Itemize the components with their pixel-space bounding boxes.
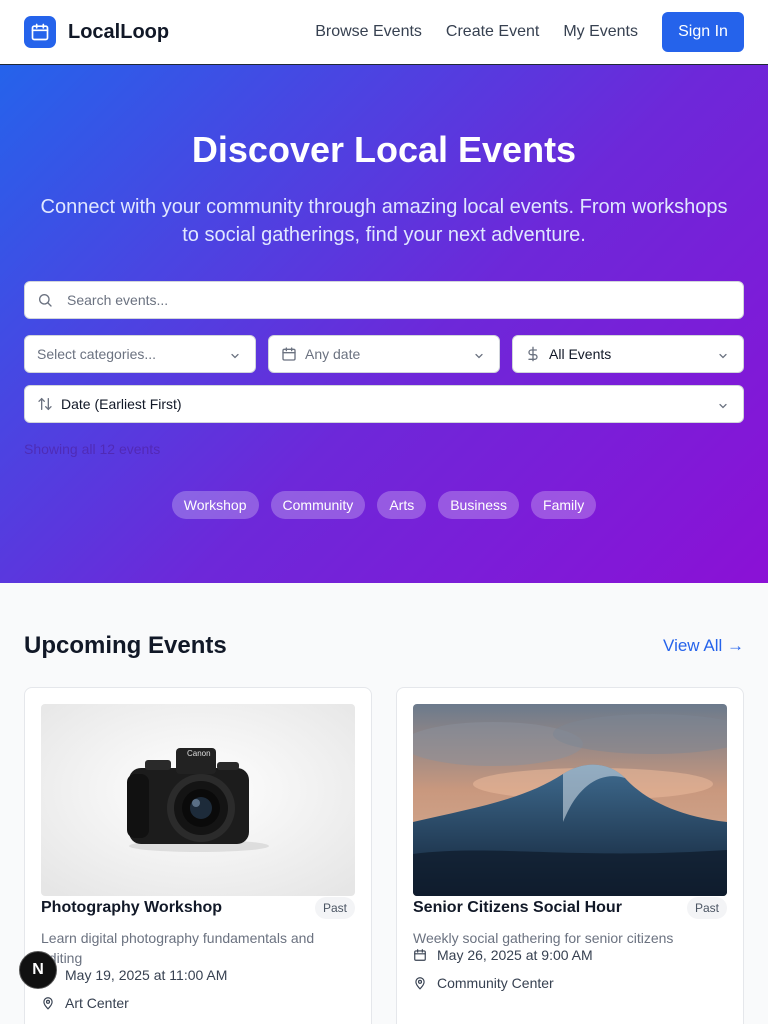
view-all-link[interactable]: View All → — [663, 636, 744, 656]
map-pin-icon — [413, 976, 427, 990]
category-select[interactable]: Select categories... — [24, 335, 256, 373]
chevron-down-icon — [473, 349, 485, 365]
chip-family[interactable]: Family — [531, 491, 597, 519]
event-location: Community Center — [413, 975, 554, 991]
hero-section: Discover Local Events Connect with your … — [0, 65, 768, 583]
dev-tools-button[interactable]: N — [19, 951, 57, 989]
chip-workshop[interactable]: Workshop — [171, 491, 259, 519]
calendar-icon — [281, 346, 297, 362]
hero-subtitle: Connect with your community through amaz… — [40, 196, 728, 246]
svg-text:Canon: Canon — [187, 749, 211, 758]
price-select[interactable]: All Events — [512, 335, 744, 373]
chevron-down-icon — [229, 349, 241, 365]
event-date: May 26, 2025 at 9:00 AM — [413, 947, 593, 963]
search-placeholder: Search events... — [67, 292, 169, 308]
chip-arts[interactable]: Arts — [377, 491, 427, 519]
sort-select[interactable]: Date (Earliest First) — [24, 385, 744, 423]
event-date: May 19, 2025 at 11:00 AM — [41, 967, 227, 983]
category-select-value: Select categories... — [37, 346, 157, 362]
event-description: Weekly social gathering for senior citiz… — [413, 930, 674, 946]
top-navbar: LocalLoop Browse Events Create Event My … — [0, 0, 768, 65]
event-title[interactable]: Photography Workshop — [41, 899, 222, 917]
hero-title: Discover Local Events — [191, 129, 577, 170]
section-title: Upcoming Events — [24, 632, 227, 659]
main-nav: Browse Events Create Event My Events Sig… — [315, 12, 744, 52]
date-select-value: Any date — [305, 346, 361, 362]
event-location-text: Art Center — [65, 995, 129, 1011]
sign-in-button[interactable]: Sign In — [662, 12, 744, 52]
sort-arrows-icon — [37, 396, 53, 412]
chip-community[interactable]: Community — [270, 491, 366, 519]
search-input[interactable]: Search events... — [24, 281, 744, 319]
calendar-logo-icon[interactable] — [24, 16, 56, 48]
chevron-down-icon — [717, 349, 729, 365]
results-count: Showing all 12 events — [24, 441, 161, 457]
date-select[interactable]: Any date — [268, 335, 500, 373]
event-title[interactable]: Senior Citizens Social Hour — [413, 899, 622, 917]
sort-select-value: Date (Earliest First) — [61, 396, 182, 412]
event-image-wave — [413, 704, 727, 896]
event-date-text: May 19, 2025 at 11:00 AM — [65, 967, 228, 983]
category-chips: Workshop Community Arts Business Family — [0, 491, 768, 519]
dollar-icon — [525, 346, 541, 362]
status-badge: Past — [686, 897, 727, 919]
chevron-down-icon — [717, 399, 729, 415]
event-location: Art Center — [41, 995, 129, 1011]
search-icon — [37, 292, 53, 308]
event-description: Learn digital photography fundamentals a… — [41, 930, 315, 966]
event-date-text: May 26, 2025 at 9:00 AM — [437, 947, 593, 963]
calendar-icon — [413, 948, 427, 962]
map-pin-icon — [41, 996, 55, 1010]
event-card[interactable]: Canon Photography Workshop Past Learn di… — [24, 687, 372, 1024]
price-select-value: All Events — [549, 346, 612, 362]
event-card[interactable]: Senior Citizens Social Hour Past Weekly … — [396, 687, 744, 1024]
nav-create-event[interactable]: Create Event — [446, 23, 539, 41]
chip-business[interactable]: Business — [438, 491, 520, 519]
event-image-camera: Canon — [41, 704, 355, 896]
nav-my-events[interactable]: My Events — [563, 23, 638, 41]
brand-name[interactable]: LocalLoop — [68, 21, 169, 44]
status-badge: Past — [314, 897, 355, 919]
nav-browse-events[interactable]: Browse Events — [315, 23, 422, 41]
event-location-text: Community Center — [437, 975, 554, 991]
